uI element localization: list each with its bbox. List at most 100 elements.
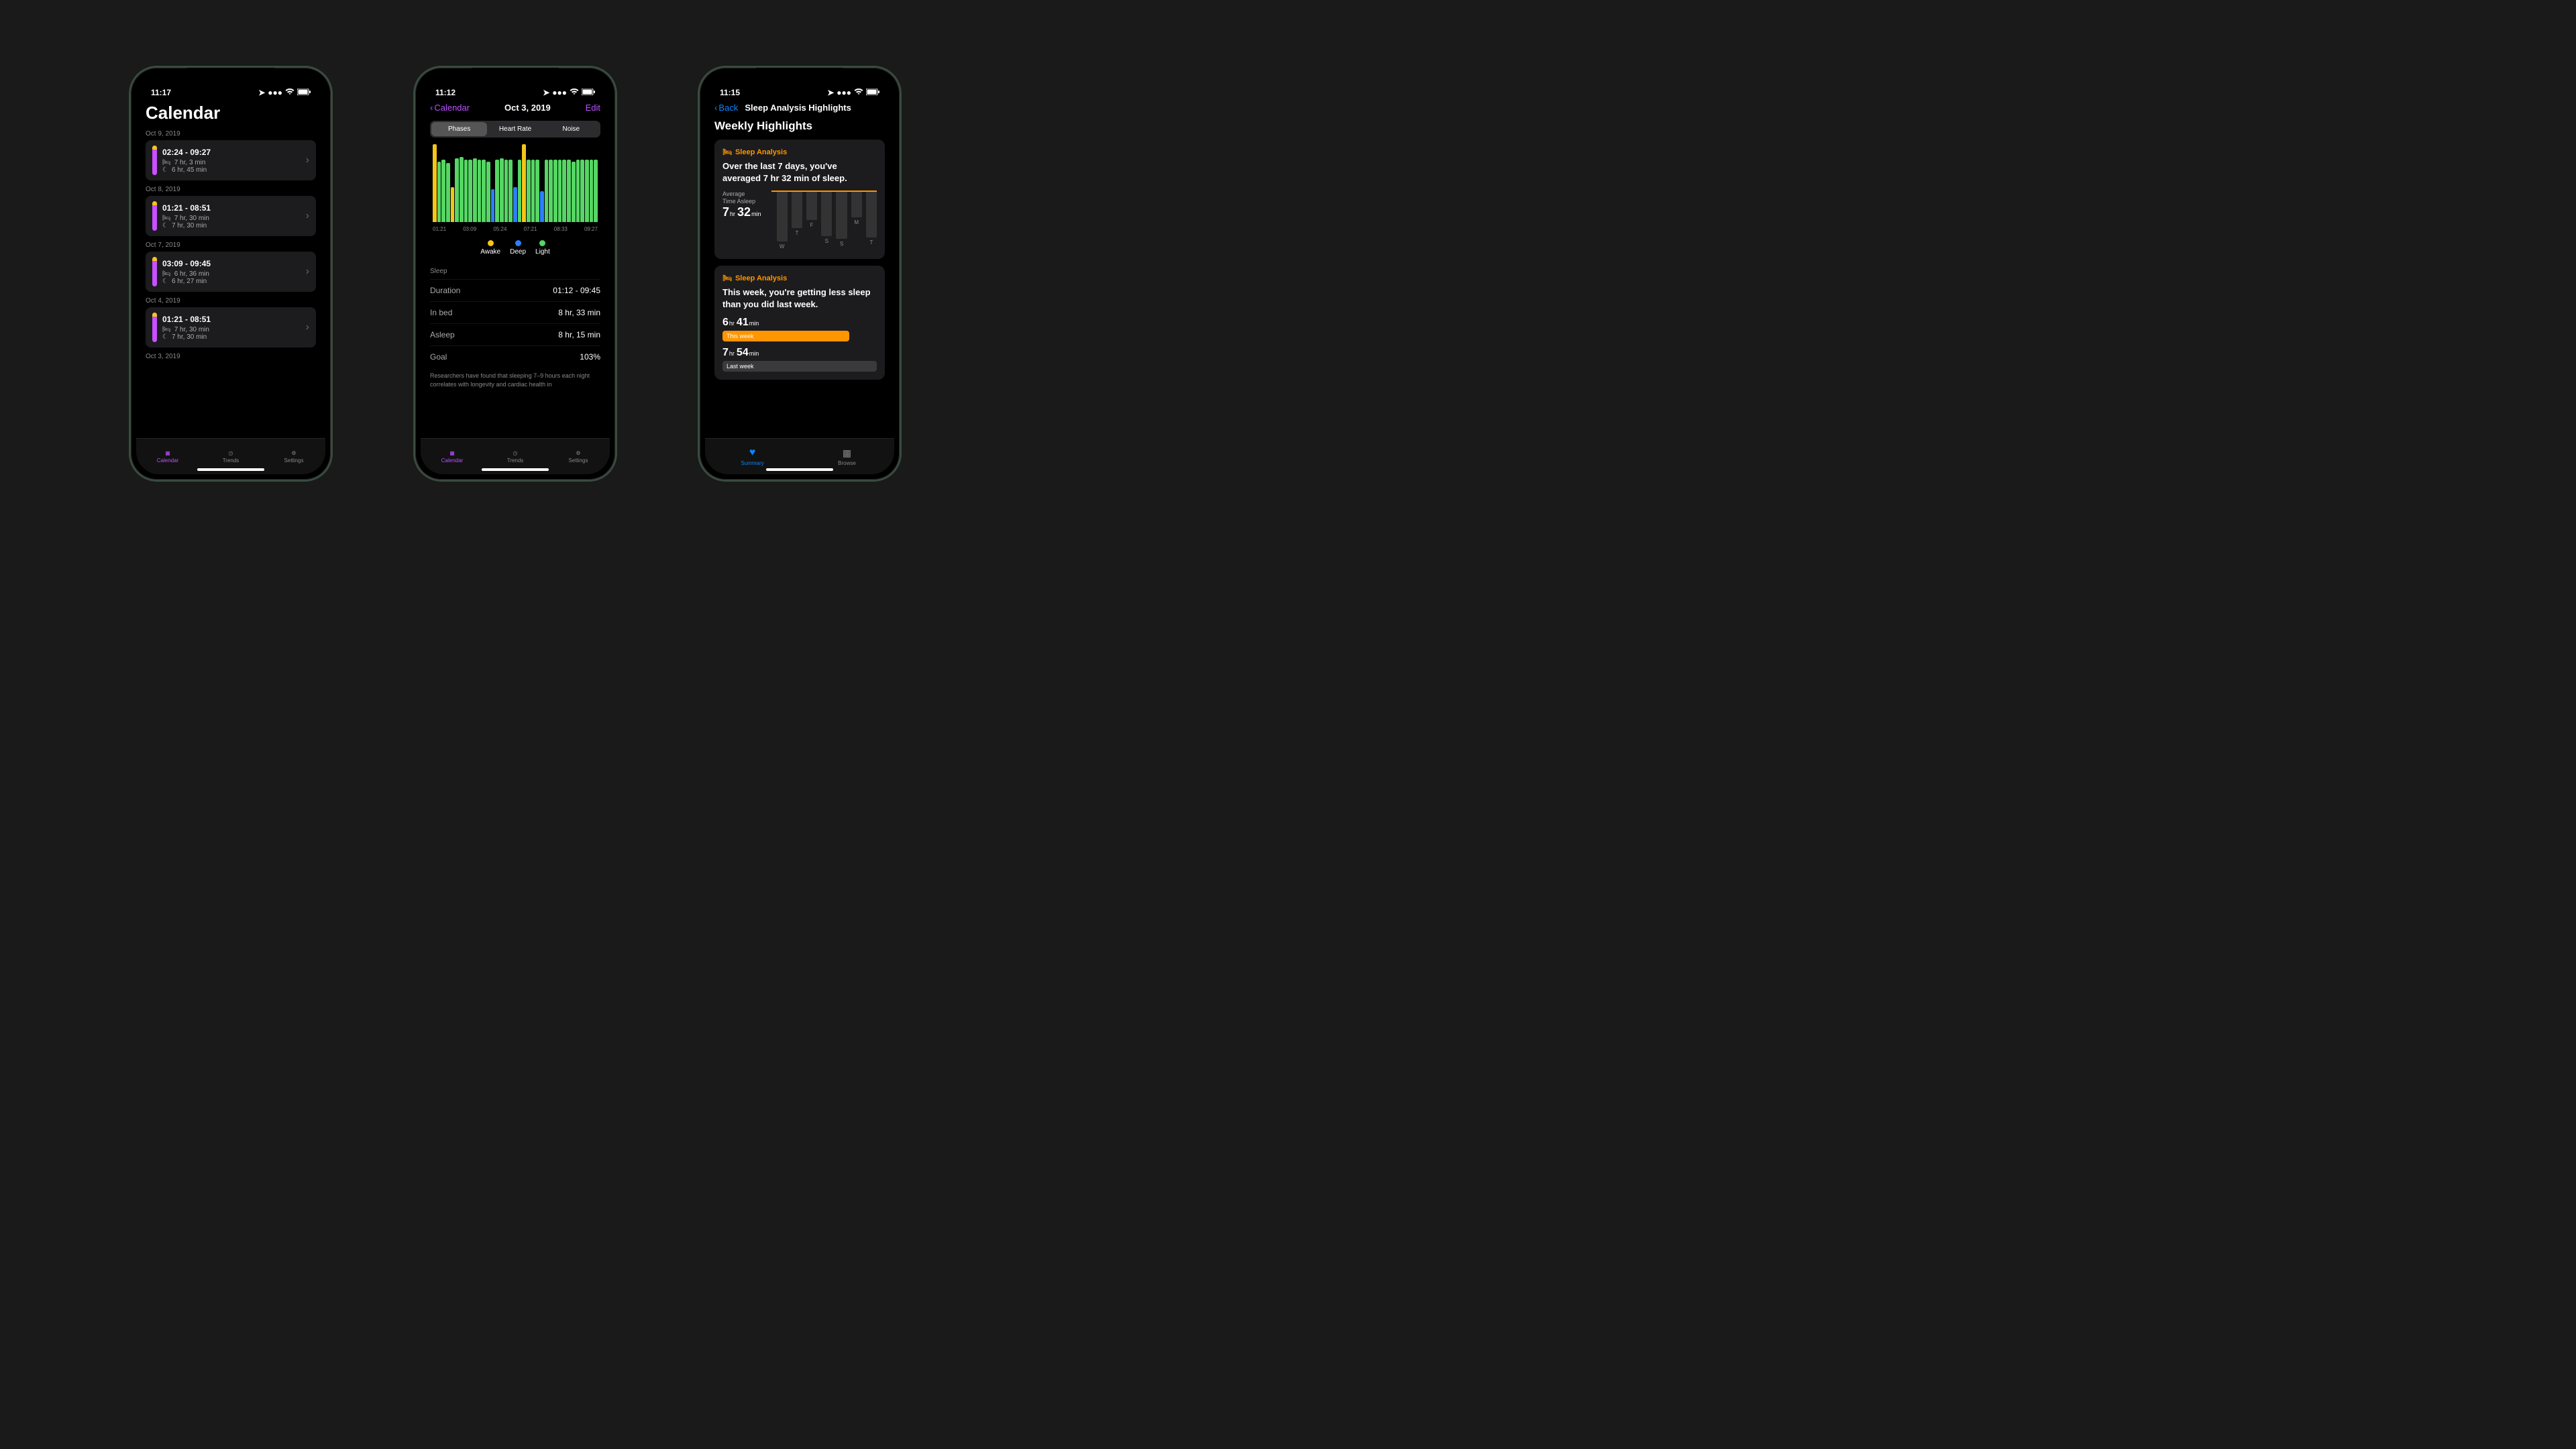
phase-bar-light [549, 160, 553, 222]
chevron-right-icon: › [306, 154, 309, 166]
phase-bar-light [495, 160, 499, 222]
chevron-left-icon: ‹ [430, 103, 433, 113]
tab-settings[interactable]: ⚙ Settings [547, 439, 610, 474]
phase-bar-awake [522, 144, 526, 222]
status-time: 11:17 [151, 88, 171, 97]
light-dot-icon [539, 240, 545, 246]
seg-heart-rate[interactable]: Heart Rate [487, 122, 543, 136]
entry-time-range: 01:21 - 08:51 [162, 315, 301, 324]
sleep-section-header: Sleep [430, 264, 600, 279]
status-icons: ➤ ●●● [543, 88, 595, 97]
tab-calendar[interactable]: ▦ Calendar [421, 439, 484, 474]
entry-asleep: ☾6 hr, 27 min [162, 278, 301, 285]
phase-bar-light [585, 160, 589, 222]
tab-label: Trends [223, 458, 239, 464]
card-header-text: Sleep Analysis [735, 148, 787, 156]
row-label: Goal [430, 352, 447, 362]
entry-time-range: 02:24 - 09:27 [162, 148, 301, 157]
battery-icon [866, 88, 879, 97]
card-text: This week, you're getting less sleep tha… [722, 286, 877, 310]
weekly-day-label: W [780, 244, 785, 250]
tab-label: Settings [284, 458, 304, 464]
bed-icon: 🛏 [162, 326, 171, 333]
bar-label: This week [727, 333, 754, 339]
weekly-bar [806, 191, 817, 220]
phase-bar-light [562, 160, 566, 222]
card-header: 🛏 Sleep Analysis [722, 274, 877, 282]
bed-icon: 🛏 [162, 159, 171, 166]
weekly-bar [777, 191, 788, 241]
row-label: Duration [430, 286, 460, 295]
weekly-day-label: T [869, 239, 873, 246]
phase-bar-light [590, 160, 594, 222]
home-indicator[interactable] [766, 468, 833, 471]
heart-icon: ♥ [749, 447, 756, 459]
wifi-icon [570, 88, 579, 97]
phase-bar-light [518, 160, 522, 222]
phase-bar-icon [152, 146, 157, 175]
content[interactable]: Phases Heart Rate Noise 01:2103:0905:240… [421, 117, 610, 438]
back-button[interactable]: ‹ Back [714, 103, 738, 113]
highlight-card-compare[interactable]: 🛏 Sleep Analysis This week, you're getti… [714, 266, 885, 380]
seg-noise[interactable]: Noise [543, 122, 599, 136]
location-icon: ➤ [543, 88, 549, 97]
x-tick: 05:24 [493, 226, 506, 232]
home-indicator[interactable] [197, 468, 264, 471]
calendar-entry[interactable]: 02:24 - 09:27🛏7 hr, 3 min☾6 hr, 45 min› [146, 140, 316, 180]
location-icon: ➤ [258, 88, 265, 97]
bed-icon: 🛏 [722, 274, 732, 282]
phase-bar-deep [513, 187, 517, 222]
nav-bar: ‹ Back Sleep Analysis Highlights [705, 99, 894, 117]
highlight-card-average[interactable]: 🛏 Sleep Analysis Over the last 7 days, y… [714, 140, 885, 259]
compare-last-week: 7hr54min Last week [722, 347, 877, 372]
mins: 41 [737, 317, 749, 328]
tab-calendar[interactable]: ▦ Calendar [136, 439, 199, 474]
entry-date: Oct 9, 2019 [146, 130, 316, 138]
phase-bar-light [535, 160, 539, 222]
seg-phases[interactable]: Phases [431, 122, 487, 136]
weekly-day-label: S [840, 241, 843, 247]
content[interactable]: Weekly Highlights 🛏 Sleep Analysis Over … [705, 117, 894, 438]
tab-label: Summary [741, 460, 763, 466]
content[interactable]: Calendar Oct 9, 2019 02:24 - 09:27 🛏7 hr, … [136, 99, 325, 438]
page-title: Calendar [146, 103, 316, 123]
entry-in-bed: 🛏7 hr, 30 min [162, 215, 301, 222]
phase-bar-light [468, 160, 472, 222]
entry-in-bed: 🛏7 hr, 3 min [162, 159, 301, 166]
calendar-icon: ▦ [165, 450, 170, 456]
row-duration: Duration 01:12 - 09:45 [430, 279, 600, 301]
row-asleep: Asleep 8 hr, 15 min [430, 323, 600, 345]
avg-hours: 7 [722, 205, 729, 219]
bed-icon: 🛏 [722, 148, 732, 156]
back-button[interactable]: ‹ Calendar [430, 103, 470, 113]
weekly-bar [851, 191, 862, 217]
x-tick: 08:33 [554, 226, 568, 232]
row-goal: Goal 103% [430, 345, 600, 368]
phase-bar-light [545, 160, 549, 222]
tab-settings[interactable]: ⚙ Settings [262, 439, 325, 474]
compare-this-week: 6hr41min This week [722, 317, 877, 341]
bed-icon: 🛏 [162, 270, 171, 278]
moon-icon: ☾ [162, 166, 168, 174]
moon-icon: ☾ [162, 333, 168, 341]
status-time: 11:12 [435, 88, 455, 97]
bar-label: Last week [727, 363, 754, 370]
weekly-bar [821, 191, 832, 236]
status-icons: ➤ ●●● [258, 88, 311, 97]
row-label: Asleep [430, 330, 455, 339]
avg-value: 7hr32min [722, 205, 763, 219]
home-indicator[interactable] [482, 468, 549, 471]
grid-icon: ▦ [843, 447, 851, 459]
legend-light: Light [535, 240, 550, 256]
research-note: Researchers have found that sleeping 7–9… [430, 368, 600, 392]
edit-button[interactable]: Edit [586, 103, 600, 113]
calendar-entry[interactable]: 01:21 - 08:51🛏7 hr, 30 min☾7 hr, 30 min› [146, 196, 316, 236]
row-label: In bed [430, 308, 452, 317]
moon-icon: ☾ [162, 278, 168, 285]
phase-bar-light [478, 160, 482, 222]
hours: 6 [722, 317, 729, 328]
calendar-entry[interactable]: 01:21 - 08:51🛏7 hr, 30 min☾7 hr, 30 min› [146, 307, 316, 347]
x-tick: 09:27 [584, 226, 598, 232]
row-value: 8 hr, 15 min [558, 330, 600, 339]
calendar-entry[interactable]: 03:09 - 09:45🛏6 hr, 36 min☾6 hr, 27 min› [146, 252, 316, 292]
